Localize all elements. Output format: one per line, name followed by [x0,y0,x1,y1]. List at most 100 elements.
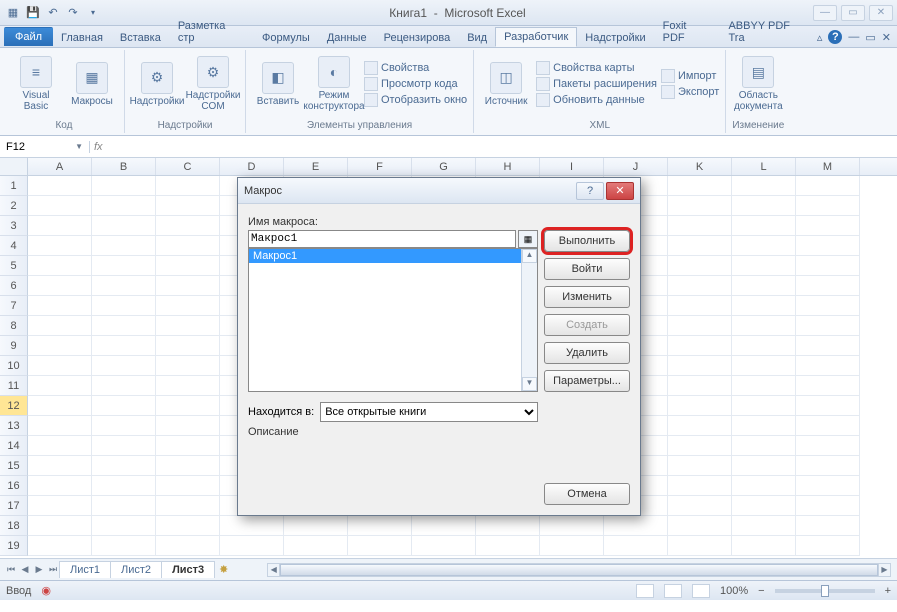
col-header[interactable]: A [28,158,92,175]
cell[interactable] [476,516,540,536]
cell[interactable] [28,396,92,416]
row-header[interactable]: 6 [0,276,28,296]
xml-export-button[interactable]: Экспорт [661,84,719,100]
cell[interactable] [28,416,92,436]
cell[interactable] [668,256,732,276]
save-icon[interactable]: 💾 [24,4,42,22]
cell[interactable] [92,216,156,236]
cell[interactable] [732,376,796,396]
range-picker-button[interactable]: ▦ [518,230,538,248]
cell[interactable] [732,276,796,296]
maximize-button[interactable]: ▭ [841,5,865,21]
expansion-packs-button[interactable]: Пакеты расширения [536,76,657,92]
step-into-button[interactable]: Войти [544,258,630,280]
sheet-nav-next-icon[interactable]: ▶ [32,564,46,575]
scroll-right-icon[interactable]: ▶ [878,564,890,576]
cell[interactable] [156,376,220,396]
xml-source-button[interactable]: ◫Источник [480,60,532,109]
macro-list-item[interactable]: Макрос1 [249,249,521,263]
cell[interactable] [28,516,92,536]
run-dialog-button[interactable]: Отобразить окно [364,92,467,108]
cell[interactable] [28,356,92,376]
cell[interactable] [796,296,860,316]
scroll-up-icon[interactable]: ▲ [522,249,537,263]
cell[interactable] [796,256,860,276]
cell[interactable] [732,416,796,436]
cell[interactable] [796,176,860,196]
view-pagebreak-button[interactable] [692,584,710,598]
cell[interactable] [732,256,796,276]
cell[interactable] [28,536,92,556]
cell[interactable] [668,236,732,256]
cell[interactable] [92,336,156,356]
row-header[interactable]: 3 [0,216,28,236]
xml-import-button[interactable]: Импорт [661,68,719,84]
cell[interactable] [732,196,796,216]
cell[interactable] [796,416,860,436]
cell[interactable] [540,536,604,556]
cell[interactable] [796,216,860,236]
cell[interactable] [28,296,92,316]
cell[interactable] [796,496,860,516]
scroll-down-icon[interactable]: ▼ [522,377,537,391]
row-header[interactable]: 8 [0,316,28,336]
cell[interactable] [156,516,220,536]
scroll-left-icon[interactable]: ◀ [268,564,280,576]
new-sheet-icon[interactable]: ✸ [219,563,237,577]
zoom-in-button[interactable]: + [885,585,891,597]
cell[interactable] [92,256,156,276]
cancel-button[interactable]: Отмена [544,483,630,505]
cell[interactable] [28,476,92,496]
cell[interactable] [796,316,860,336]
cell[interactable] [156,436,220,456]
cell[interactable] [796,516,860,536]
delete-button[interactable]: Удалить [544,342,630,364]
name-box-dropdown-icon[interactable]: ▼ [75,142,83,151]
tab-insert[interactable]: Вставка [111,28,170,47]
row-header[interactable]: 18 [0,516,28,536]
col-header[interactable]: J [604,158,668,175]
row-header[interactable]: 10 [0,356,28,376]
tab-foxit-pdf[interactable]: Foxit PDF [654,16,721,47]
col-header[interactable]: G [412,158,476,175]
row-header[interactable]: 11 [0,376,28,396]
help-icon[interactable]: ? [828,30,842,44]
cell[interactable] [796,336,860,356]
zoom-thumb[interactable] [821,585,829,597]
undo-icon[interactable]: ↶ [44,4,62,22]
cell[interactable] [156,176,220,196]
zoom-out-button[interactable]: − [758,585,764,597]
cell[interactable] [732,236,796,256]
cell[interactable] [668,216,732,236]
close-button[interactable]: ✕ [869,5,893,21]
cell[interactable] [92,436,156,456]
cell[interactable] [28,336,92,356]
cell[interactable] [156,216,220,236]
mdi-close-icon[interactable]: ✕ [882,31,891,44]
cell[interactable] [412,536,476,556]
cell[interactable] [92,456,156,476]
row-header[interactable]: 7 [0,296,28,316]
cell[interactable] [796,376,860,396]
row-header[interactable]: 5 [0,256,28,276]
cell[interactable] [796,396,860,416]
qat-dropdown-icon[interactable]: ▾ [84,4,102,22]
cell[interactable] [92,296,156,316]
cell[interactable] [732,296,796,316]
cell[interactable] [92,516,156,536]
row-header[interactable]: 16 [0,476,28,496]
cell[interactable] [92,276,156,296]
properties-button[interactable]: Свойства [364,60,467,76]
cell[interactable] [668,516,732,536]
cell[interactable] [796,356,860,376]
cell[interactable] [92,176,156,196]
cell[interactable] [668,496,732,516]
cell[interactable] [92,316,156,336]
col-header[interactable]: F [348,158,412,175]
cell[interactable] [28,376,92,396]
tab-file[interactable]: Файл [4,27,53,46]
cell[interactable] [796,536,860,556]
sheet-nav-last-icon[interactable]: ⏭ [46,564,60,575]
view-layout-button[interactable] [664,584,682,598]
cell[interactable] [156,276,220,296]
